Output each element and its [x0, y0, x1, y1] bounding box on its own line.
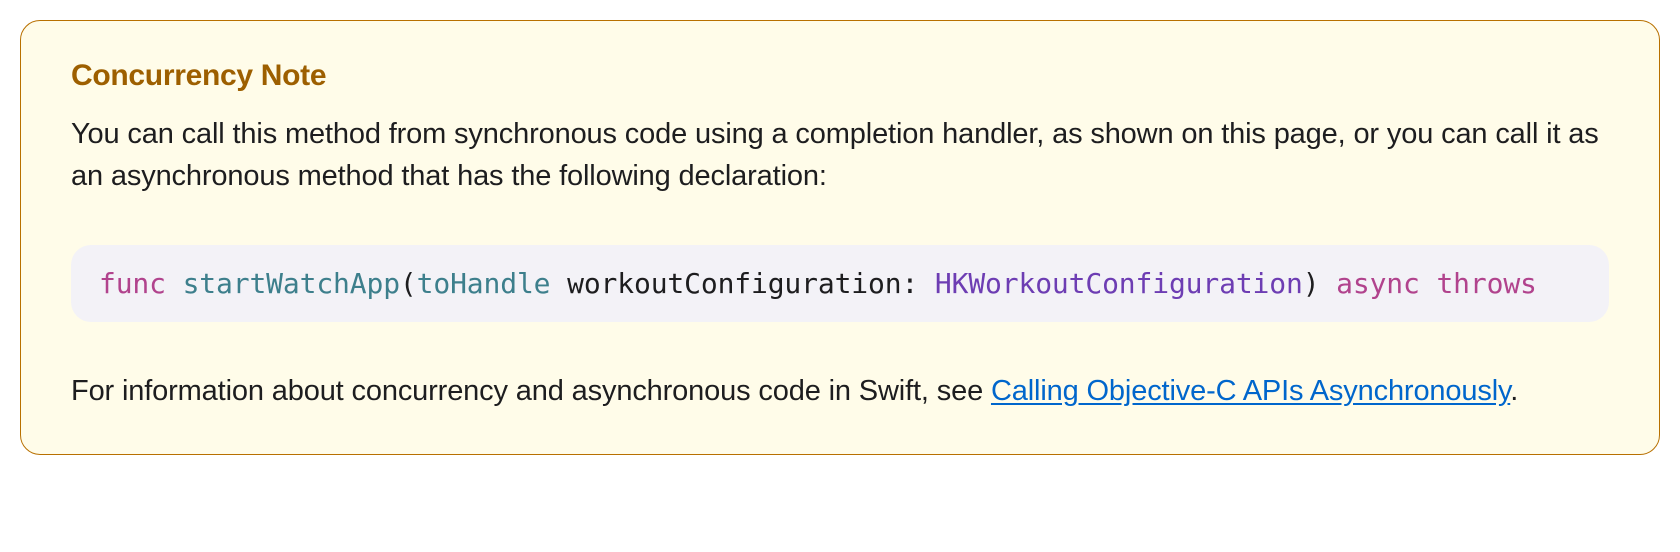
- token-keyword-async: async: [1336, 267, 1420, 300]
- note-paragraph-2: For information about concurrency and as…: [71, 370, 1609, 412]
- token-open-paren: (: [400, 267, 417, 300]
- token-colon: :: [901, 267, 934, 300]
- token-arg-internal: workoutConfiguration: [550, 267, 901, 300]
- token-keyword-throws: throws: [1436, 267, 1536, 300]
- token-arg-type: HKWorkoutConfiguration: [935, 267, 1303, 300]
- token-keyword-func: func: [99, 267, 166, 300]
- note-paragraph-1: You can call this method from synchronou…: [71, 113, 1609, 197]
- paragraph-2-post: .: [1510, 375, 1518, 407]
- token-close-paren: ): [1303, 267, 1320, 300]
- paragraph-2-pre: For information about concurrency and as…: [71, 375, 991, 407]
- token-func-name: startWatchApp: [183, 267, 400, 300]
- code-declaration: func startWatchApp(toHandle workoutConfi…: [71, 245, 1609, 322]
- concurrency-note-box: Concurrency Note You can call this metho…: [20, 20, 1660, 455]
- concurrency-doc-link[interactable]: Calling Objective-C APIs Asynchronously: [991, 375, 1510, 407]
- note-title: Concurrency Note: [71, 59, 1609, 93]
- token-arg-label: toHandle: [417, 267, 551, 300]
